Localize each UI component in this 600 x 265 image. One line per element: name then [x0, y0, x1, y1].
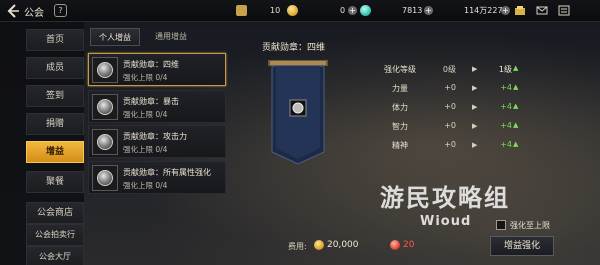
medal-icon: [92, 165, 118, 191]
arrow-right-icon: ▶: [472, 84, 478, 92]
list-item[interactable]: 贡献勋章：攻击力 强化上限 0/4: [88, 125, 226, 158]
sidebar-item-members[interactable]: 成员: [26, 57, 84, 79]
stat-next: +4: [500, 102, 512, 111]
bonus-name: 贡献勋章：四维: [123, 60, 179, 69]
stat-label: 强化等级: [384, 65, 416, 74]
arrow-right-icon: ▶: [472, 65, 478, 73]
list-item[interactable]: 贡献勋章：所有属性强化 强化上限 0/4: [88, 161, 226, 194]
stat-next: 1级: [498, 65, 512, 74]
increase-arrow-icon: ▲: [513, 121, 519, 129]
stat-current: +0: [444, 83, 456, 92]
back-arrow-icon[interactable]: [6, 3, 20, 19]
medal-icon: [92, 57, 118, 83]
guild-bonus-screen: 公会 ? 10 0 + 7813 + 114万2276 + 首页 成员 签到 捐…: [0, 0, 600, 265]
arrow-right-icon: ▶: [472, 141, 478, 149]
watermark-subtext: Wioud: [420, 214, 472, 229]
increase-arrow-icon: ▲: [513, 140, 519, 148]
stat-next: +4: [500, 140, 512, 149]
increase-arrow-icon: ▲: [513, 64, 519, 72]
sidebar-item-donate[interactable]: 捐赠: [26, 113, 84, 135]
stat-current: +0: [444, 121, 456, 130]
tab-general-bonus[interactable]: 通用增益: [146, 28, 196, 46]
stat-next: +4: [500, 121, 512, 130]
mail-icon[interactable]: [536, 5, 548, 16]
arrow-right-icon: ▶: [472, 103, 478, 111]
stat-current: +0: [444, 140, 456, 149]
medal-icon: [92, 94, 118, 120]
crystal-count: 7813: [402, 6, 423, 15]
red-gem-icon: [390, 240, 400, 250]
add-gold-icon[interactable]: +: [348, 6, 357, 15]
sidebar-item-dinner[interactable]: 聚餐: [26, 171, 84, 193]
add-crystal-icon[interactable]: +: [424, 6, 433, 15]
page-title: 公会: [24, 8, 44, 19]
cost-gem-value: 20: [403, 240, 415, 250]
help-icon[interactable]: ?: [54, 4, 67, 17]
sidebar-item-checkin[interactable]: 签到: [26, 85, 84, 107]
menu-icon[interactable]: [558, 5, 570, 16]
bonus-name: 贡献勋章：所有属性强化: [123, 168, 211, 177]
sidebar-item-guild-hall[interactable]: 公会大厅: [26, 246, 84, 265]
stat-current: 0级: [442, 65, 456, 74]
cost-gold-value: 20,000: [327, 240, 359, 250]
stat-label: 精神: [392, 141, 408, 150]
sidebar-item-bonus[interactable]: 增益: [26, 141, 84, 163]
add-silver-icon[interactable]: +: [501, 6, 510, 15]
max-enhance-label: 强化至上限: [510, 221, 550, 230]
bonus-name: 贡献勋章：攻击力: [123, 132, 187, 141]
detail-title: 贡献勋章：四维: [262, 43, 326, 53]
bonus-limit: 强化上限 0/4: [123, 181, 168, 190]
shop-icon[interactable]: [514, 5, 526, 16]
sidebar-item-guild-shop[interactable]: 公会商店: [26, 202, 84, 224]
top-bar: 公会 ? 10 0 + 7813 + 114万2276 +: [0, 0, 600, 22]
increase-arrow-icon: ▲: [513, 83, 519, 91]
sidebar-item-home[interactable]: 首页: [26, 29, 84, 51]
stat-label: 力量: [392, 84, 408, 93]
stat-label: 智力: [392, 122, 408, 131]
banner-icon: [268, 60, 328, 165]
list-item[interactable]: 贡献勋章：四维 强化上限 0/4: [88, 53, 226, 86]
watermark-text: 游民攻略组: [380, 184, 510, 212]
arrow-right-icon: ▶: [472, 122, 478, 130]
gold-coin-icon: [287, 5, 298, 16]
tab-personal-bonus[interactable]: 个人增益: [90, 28, 140, 46]
ticket-icon: [236, 5, 247, 16]
bonus-limit: 强化上限 0/4: [123, 145, 168, 154]
bonus-limit: 强化上限 0/4: [123, 110, 168, 119]
list-item[interactable]: 贡献勋章：暴击 强化上限 0/4: [88, 90, 226, 123]
gold-count: 0: [340, 6, 346, 15]
medal-icon: [92, 129, 118, 155]
sidebar-nav: 首页 成员 签到 捐赠 增益 聚餐 公会商店 公会拍卖行 公会大厅: [0, 22, 84, 265]
bonus-list: 贡献勋章：四维 强化上限 0/4 贡献勋章：暴击 强化上限 0/4 贡献勋章：攻…: [88, 50, 230, 200]
stat-label: 体力: [392, 103, 408, 112]
gold-coin-icon: [314, 240, 324, 250]
crystal-icon: [360, 5, 371, 16]
enhance-button[interactable]: 增益强化: [490, 236, 554, 256]
sidebar-item-guild-auction[interactable]: 公会拍卖行: [26, 224, 84, 246]
cost-label: 费用:: [288, 242, 307, 251]
bonus-limit: 强化上限 0/4: [123, 73, 168, 82]
max-enhance-checkbox[interactable]: [496, 220, 506, 230]
stat-next: +4: [500, 83, 512, 92]
stat-current: +0: [444, 102, 456, 111]
ticket-count: 10: [270, 6, 281, 15]
increase-arrow-icon: ▲: [513, 102, 519, 110]
bonus-name: 贡献勋章：暴击: [123, 97, 179, 106]
